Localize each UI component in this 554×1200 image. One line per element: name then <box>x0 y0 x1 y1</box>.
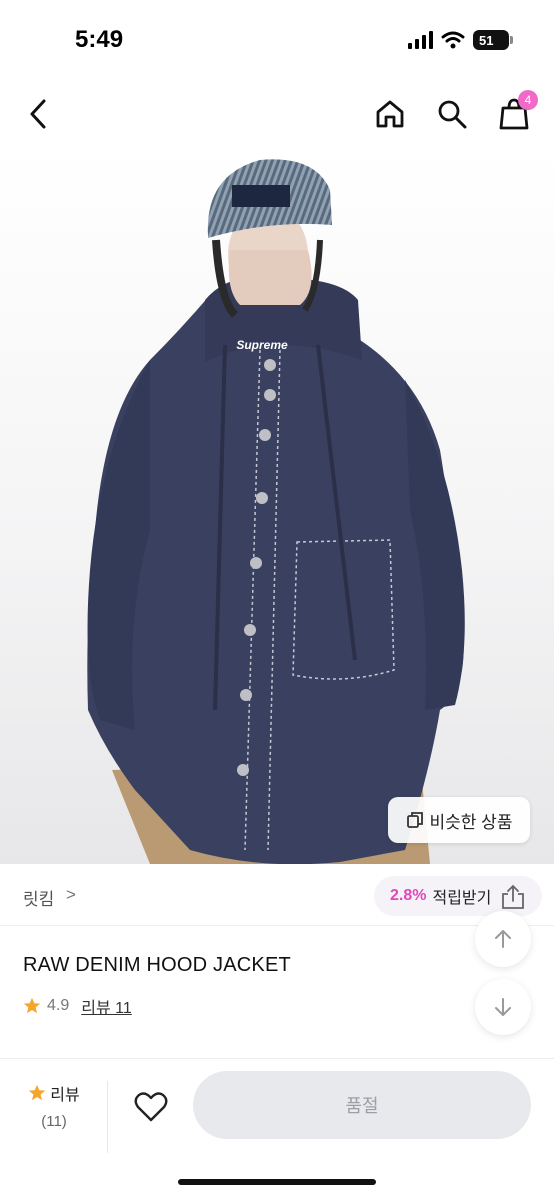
cart-badge: 4 <box>518 90 538 110</box>
review-link[interactable]: 리뷰 11 <box>81 994 132 1018</box>
brand-name[interactable]: 릿킴 <box>23 885 54 910</box>
product-image[interactable]: Supreme <box>0 150 554 864</box>
home-indicator <box>178 1179 376 1185</box>
battery-level: 51 <box>479 32 494 48</box>
rating-score: 4.9 <box>47 997 70 1014</box>
cart-button[interactable]: 4 <box>496 90 538 132</box>
brand-row: 릿킴 > 2.8% 적립받기 <box>0 866 554 926</box>
share-icon <box>502 884 524 909</box>
wishlist-button[interactable] <box>131 1087 171 1127</box>
rating-row: 4.9 리뷰 11 <box>23 994 132 1018</box>
product-title: RAW DENIM HOOD JACKET <box>23 954 291 976</box>
home-button[interactable] <box>372 96 408 132</box>
search-icon <box>438 100 467 129</box>
signal-icon <box>408 31 433 49</box>
copy-icon <box>406 812 423 828</box>
bottom-bar-divider <box>107 1081 108 1153</box>
cap-logo-text: Supreme <box>236 338 288 352</box>
battery-icon: 51 <box>473 30 513 50</box>
points-label: 적립받기 <box>432 890 492 907</box>
review-tab-label: 리뷰 <box>50 1087 80 1104</box>
star-icon <box>29 1084 46 1101</box>
scroll-bottom-button[interactable] <box>475 979 531 1035</box>
star-icon <box>23 997 41 1014</box>
chevron-right-icon[interactable]: > <box>66 885 76 905</box>
heart-icon <box>134 1092 168 1122</box>
wifi-icon <box>441 31 465 49</box>
arrow-up-icon <box>495 930 511 948</box>
status-icons: 51 <box>408 30 513 50</box>
review-tab-count: (11) <box>41 1113 67 1130</box>
back-button[interactable] <box>20 96 56 132</box>
review-tab[interactable]: 리뷰 (11) <box>15 1081 93 1130</box>
product-photo <box>87 159 465 864</box>
points-rate: 2.8% <box>390 887 427 904</box>
arrow-down-icon <box>495 998 511 1016</box>
back-icon <box>30 99 46 129</box>
scroll-top-button[interactable] <box>475 911 531 967</box>
bottom-bar: 리뷰 (11) 품절 <box>0 1059 554 1200</box>
top-nav: 4 <box>0 82 554 148</box>
home-icon <box>376 100 404 128</box>
status-bar: 5:49 51 <box>0 0 554 80</box>
search-button[interactable] <box>434 96 470 132</box>
soldout-button[interactable]: 품절 <box>193 1071 531 1139</box>
similar-products-label: 비슷한 상품 <box>429 812 513 832</box>
similar-products-button[interactable]: 비슷한 상품 <box>388 797 530 843</box>
status-time: 5:49 <box>75 26 124 53</box>
